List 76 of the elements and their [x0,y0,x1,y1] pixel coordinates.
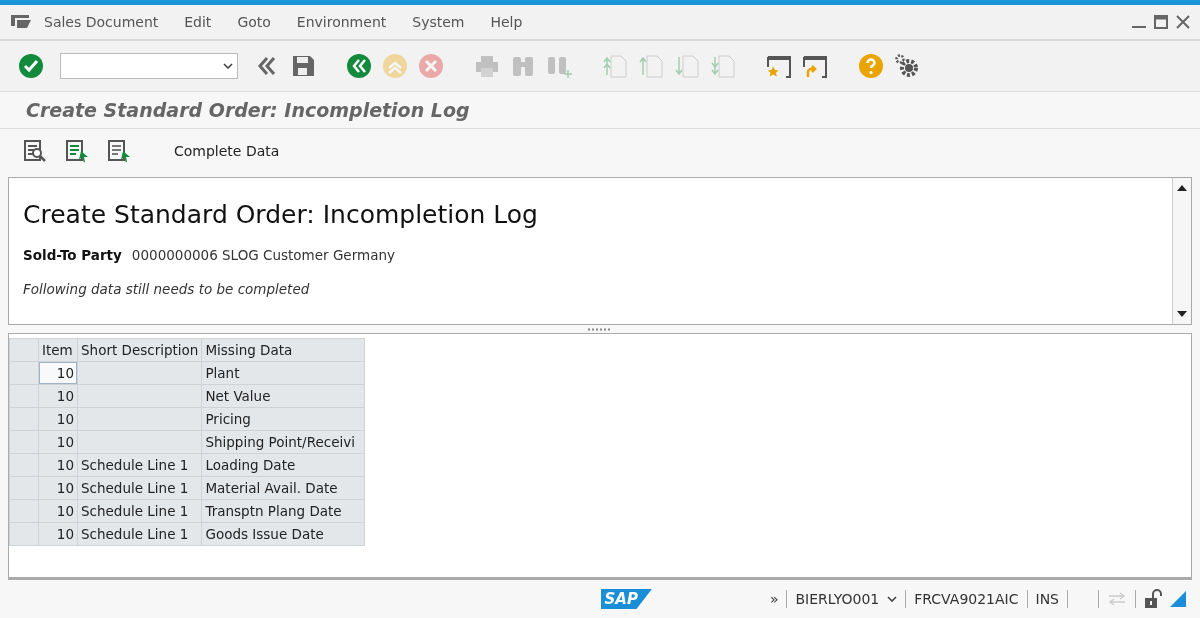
page-up-icon [602,53,628,79]
table-cell[interactable]: Net Value [201,384,365,408]
back-button[interactable] [344,51,374,81]
exit-icon [382,53,408,79]
table-cell[interactable]: Goods Issue Date [201,522,365,546]
field-label: Sold-To Party [23,247,122,263]
row-header[interactable] [9,499,39,523]
maximize-icon[interactable] [1154,15,1168,29]
resize-grip-icon[interactable] [1170,591,1186,607]
column-header[interactable]: Missing Data [201,338,365,362]
column-header[interactable]: Short Description [77,338,202,362]
settings-icon [894,53,920,79]
table-cell[interactable]: Loading Date [201,453,365,477]
table-cell[interactable]: Material Avail. Date [201,476,365,500]
menu-item[interactable]: Edit [184,14,212,30]
table-cell[interactable]: Plant [201,361,365,385]
page-down-icon [710,53,736,79]
command-field[interactable] [60,53,238,79]
page-down-icon [674,53,700,79]
menu-icon[interactable] [10,14,32,30]
row-header[interactable] [9,361,39,385]
deselect-list-icon [107,139,131,163]
complete-data-button[interactable]: Complete Data [172,139,282,163]
enter-button[interactable] [16,51,46,81]
splitter-grip-icon[interactable] [587,327,613,331]
logo: SAP [600,589,652,609]
menu-item[interactable]: Help [490,14,523,30]
table-cell[interactable]: Schedule Line 1 [77,499,202,523]
row-header[interactable] [9,384,39,408]
help-icon [858,53,884,79]
row-header[interactable] [9,407,39,431]
check-icon [18,53,44,79]
input-mode[interactable]: INS [1035,591,1059,607]
menu-item[interactable]: Environment [296,14,387,30]
note-text: Following data still needs to be completed [23,281,311,297]
expand-toggle[interactable]: » [769,591,779,607]
menu-item[interactable]: Sales Document [44,14,159,30]
table-cell[interactable]: Schedule Line 1 [77,522,202,546]
row-header [9,338,39,362]
scroll-down-icon[interactable] [1177,310,1187,318]
table-cell[interactable]: Pricing [201,407,365,431]
row-header[interactable] [9,522,39,546]
scrollbar[interactable] [1172,178,1191,324]
menu-item[interactable]: Goto [237,14,271,30]
table-cell[interactable]: Shipping Point/Receivi [201,430,365,454]
column-header[interactable]: Item [38,338,78,362]
close-icon[interactable] [1176,15,1190,29]
new-window-icon [766,53,792,79]
help-button[interactable] [856,51,886,81]
server-name: FRCVA9021AIC [914,591,1019,607]
shortcut-window-icon [802,53,828,79]
select-list-icon [65,139,89,163]
table-cell[interactable]: Schedule Line 1 [77,476,202,500]
scroll-up-icon[interactable] [1177,184,1187,192]
unlocked-padlock-icon[interactable] [1144,589,1162,609]
back-icon [346,53,372,79]
table-cell[interactable] [77,361,202,385]
menu-item[interactable]: System [412,14,465,30]
print-icon [474,53,500,79]
chevron-down-icon [223,63,233,69]
row-header[interactable] [9,476,39,500]
swap-arrows-icon [1107,591,1127,607]
save-icon [290,53,316,79]
field-value: 0000000006 SLOG Customer Germany [131,247,395,263]
row-header[interactable] [9,430,39,454]
cancel-icon [418,53,444,79]
table-cell[interactable] [77,384,202,408]
chevron-down-icon[interactable] [887,596,898,602]
user-name[interactable]: BIERLYO001 [795,591,880,607]
table-cell[interactable]: Schedule Line 1 [77,453,202,477]
page-up-icon [638,53,664,79]
header-heading: Create Standard Order: Incompletion Log [23,200,539,229]
details-icon [23,139,47,163]
screen-title: Create Standard Order: Incompletion Log [0,92,1200,129]
table-cell[interactable]: Transptn Plang Date [201,499,365,523]
row-header[interactable] [9,453,39,477]
